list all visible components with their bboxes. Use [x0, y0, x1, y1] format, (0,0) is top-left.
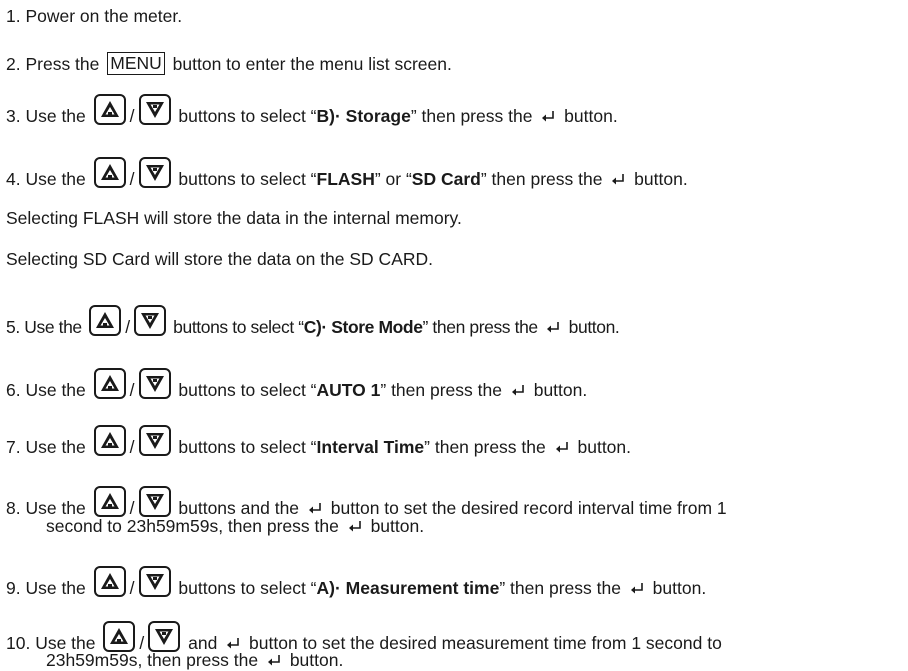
step-9: 9. Use the / buttons to select “ A)· Mea…: [6, 566, 706, 603]
up-arrow-button-icon: [93, 94, 126, 125]
manual-page: 1. Power on the meter. 2. Press the MENU…: [0, 0, 908, 671]
down-arrow-button-icon: [148, 621, 181, 652]
step-10-continuation: 23h59m59s, then press the button.: [46, 650, 344, 670]
step-1: 1. Power on the meter.: [6, 6, 183, 26]
note-flash: Selecting FLASH will store the data in t…: [6, 208, 462, 228]
enter-return-icon: [546, 321, 560, 333]
up-arrow-button-icon: [103, 621, 136, 652]
down-arrow-button-icon: [138, 157, 171, 188]
up-arrow-button-icon: [93, 486, 126, 517]
enter-return-icon: [611, 173, 625, 185]
up-arrow-button-icon: [93, 157, 126, 188]
enter-return-icon: [555, 441, 569, 453]
down-arrow-button-icon: [133, 305, 166, 336]
up-arrow-button-icon: [93, 566, 126, 597]
step-6: 6. Use the / buttons to select “ AUTO 1 …: [6, 368, 587, 405]
up-arrow-button-icon: [89, 305, 122, 336]
note-sd-card: Selecting SD Card will store the data on…: [6, 249, 433, 269]
enter-return-icon: [226, 637, 240, 649]
enter-return-icon: [308, 502, 322, 514]
enter-return-icon: [541, 110, 555, 122]
step-3: 3. Use the / buttons to select “ B)· Sto…: [6, 94, 618, 131]
down-arrow-button-icon: [138, 368, 171, 399]
step-2: 2. Press the MENU button to enter the me…: [6, 52, 452, 75]
step-4: 4. Use the / buttons to select “ FLASH ”…: [6, 157, 688, 194]
up-arrow-button-icon: [93, 368, 126, 399]
step-7: 7. Use the / buttons to select “ Interva…: [6, 425, 631, 462]
up-arrow-button-icon: [93, 425, 126, 456]
enter-return-icon: [348, 520, 362, 532]
down-arrow-button-icon: [138, 486, 171, 517]
enter-return-icon: [511, 384, 525, 396]
step-8-continuation: second to 23h59m59s, then press the butt…: [46, 516, 425, 536]
down-arrow-button-icon: [138, 94, 171, 125]
down-arrow-button-icon: [138, 566, 171, 597]
enter-return-icon: [267, 654, 281, 666]
down-arrow-button-icon: [138, 425, 171, 456]
step-5: 5. Use the / buttons to select “ C)· Sto…: [6, 305, 620, 342]
menu-key-label: MENU: [107, 52, 165, 75]
enter-return-icon: [630, 582, 644, 594]
